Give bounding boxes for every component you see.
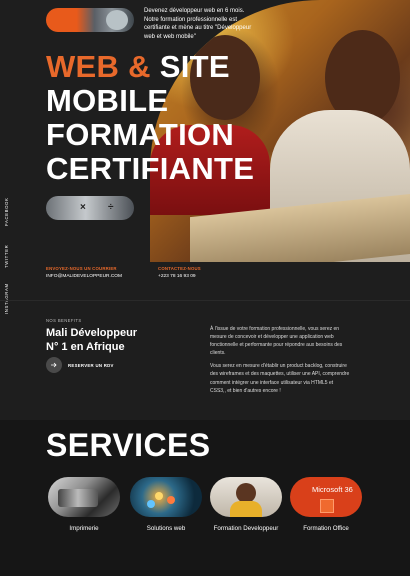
about-title-line1: Mali Développeur <box>46 327 138 339</box>
hero-title-line2: MOBILE <box>46 83 169 118</box>
social-link-twitter[interactable]: TWITTER <box>4 245 9 268</box>
contact-phone: CONTACTEZ-NOUS +223 78 16 93 09 <box>158 266 201 279</box>
hero-title-site: SITE <box>159 49 230 84</box>
network-photo <box>130 477 202 517</box>
about-paragraph-1: À l'issue de votre formation professionn… <box>210 326 343 357</box>
hero-decor-image-top <box>46 8 134 32</box>
contact-info: ENVOYEZ-NOUS UN COURRIER INFO@MALIDEVELO… <box>46 266 201 279</box>
developer-photo <box>210 477 282 517</box>
book-appointment-button[interactable]: RESERVER UN RDV <box>46 357 114 373</box>
hero-decor-image-bottom: × ÷ <box>46 196 134 220</box>
social-link-facebook[interactable]: FACEBOOK <box>4 198 9 226</box>
office-365-photo: Microsoft 36 <box>290 477 362 517</box>
services-title: SERVICES <box>46 427 211 463</box>
social-link-instagram[interactable]: INSTAGRAM <box>4 283 9 314</box>
about-paragraph-2: Vous serez en mesure d'établir un produc… <box>210 363 350 394</box>
service-label: Formation Developpeur <box>213 525 279 532</box>
hero-title-line3: FORMATION <box>46 117 235 152</box>
service-card-solutions-web[interactable]: Solutions web <box>130 477 202 532</box>
hero-title: WEB & SITE MOBILE FORMATION CERTIFIANTE <box>46 50 254 186</box>
printer-photo <box>48 477 120 517</box>
service-card-formation-office[interactable]: Microsoft 36 Formation Office <box>290 477 362 532</box>
contact-phone-value[interactable]: +223 78 16 93 09 <box>158 274 201 279</box>
contact-phone-label: CONTACTEZ-NOUS <box>158 266 201 271</box>
contact-email-value[interactable]: INFO@MALIDEVELOPPEUR.COM <box>46 274 122 279</box>
hero-title-accent: WEB & <box>46 49 151 84</box>
about-eyebrow: NOS BENEFITS <box>46 318 82 323</box>
book-appointment-label: RESERVER UN RDV <box>68 362 114 368</box>
service-label: Imprimerie <box>69 525 99 532</box>
office-365-text: Microsoft 36 <box>312 485 353 494</box>
service-card-imprimerie[interactable]: Imprimerie <box>48 477 120 532</box>
service-card-formation-developpeur[interactable]: Formation Developpeur <box>210 477 282 532</box>
social-links: FACEBOOK TWITTER INSTAGRAM <box>4 100 16 314</box>
service-label: Formation Office <box>303 525 349 532</box>
hero-description: Devenez développeur web en 6 mois. Notre… <box>144 8 252 40</box>
service-label: Solutions web <box>146 525 186 532</box>
contact-email: ENVOYEZ-NOUS UN COURRIER INFO@MALIDEVELO… <box>46 266 122 279</box>
hero-section: Devenez développeur web en 6 mois. Notre… <box>0 0 410 262</box>
section-divider <box>0 300 410 301</box>
arrow-right-icon <box>46 357 62 373</box>
about-title-line2: N° 1 en Afrique <box>46 341 125 353</box>
about-text: À l'issue de votre formation professionn… <box>210 325 350 395</box>
about-title: Mali Développeur N° 1 en Afrique <box>46 326 137 354</box>
contact-email-label: ENVOYEZ-NOUS UN COURRIER <box>46 266 117 271</box>
hero-title-line4: CERTIFIANTE <box>46 151 255 186</box>
